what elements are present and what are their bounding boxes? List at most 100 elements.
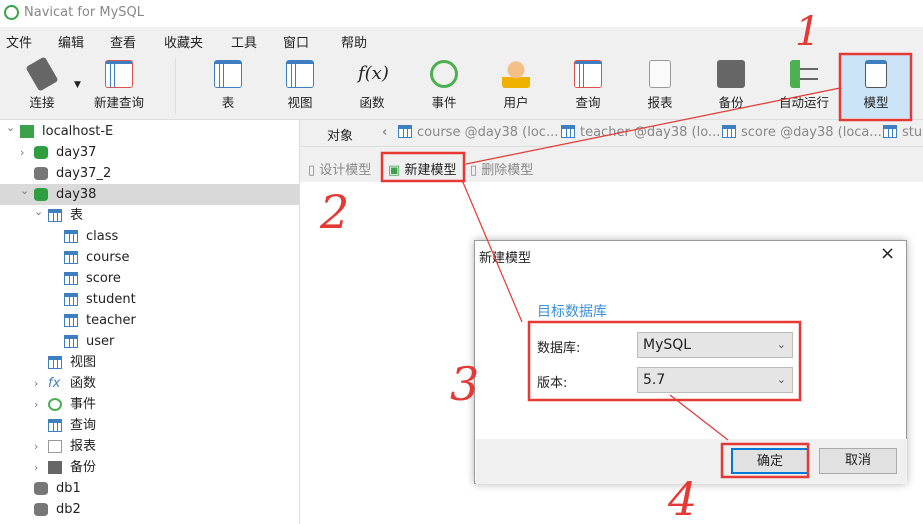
menu-help[interactable]: 帮助 <box>341 32 367 51</box>
connect-dropdown-icon[interactable]: ▼ <box>74 80 81 90</box>
chevron-right-icon[interactable]: › <box>34 457 44 478</box>
tree-item-label: 表 <box>70 208 84 223</box>
tree-item-label: day37_2 <box>56 166 112 181</box>
tree-item[interactable]: › day37 <box>0 142 299 163</box>
menu-edit[interactable]: 编辑 <box>58 32 84 51</box>
tree-item[interactable]: day37_2 <box>0 163 299 184</box>
tree-item[interactable]: ⌄ 表 <box>0 205 299 226</box>
view-icon <box>48 356 62 369</box>
chevron-right-icon[interactable]: › <box>34 373 44 394</box>
menu-tools[interactable]: 工具 <box>231 32 257 51</box>
delete-model-button[interactable]: ▯ 删除模型 <box>470 159 533 178</box>
model-icon <box>865 60 887 88</box>
connect-button[interactable]: 连接 <box>7 54 77 118</box>
function-icon: f(x) <box>358 63 389 84</box>
event-button[interactable]: 事件 <box>409 54 479 118</box>
report-icon <box>48 440 62 453</box>
tree-item-label: score <box>86 271 121 286</box>
chevron-down-icon[interactable]: ⌄ <box>34 201 44 222</box>
chevron-down-icon[interactable]: ⌄ <box>6 117 16 138</box>
chevron-right-icon[interactable]: › <box>34 436 44 457</box>
model-button[interactable]: 模型 <box>841 54 911 118</box>
connection-icon <box>20 125 34 138</box>
tab-scroll-left-icon[interactable]: ‹ <box>382 125 387 140</box>
tree-item[interactable]: course <box>0 247 299 268</box>
chevron-right-icon[interactable]: › <box>20 142 30 163</box>
table-icon <box>64 230 78 243</box>
tree-item-label: 查询 <box>70 418 97 433</box>
menu-bar: 文件 编辑 查看 收藏夹 工具 窗口 帮助 <box>0 27 923 52</box>
tree-item[interactable]: › 报表 <box>0 436 299 457</box>
main-toolbar: 连接 ▼ 新建查询 表 视图 f(x) 函数 事件 用户 查询 报表 备份 自动运… <box>0 52 923 120</box>
tree-item[interactable]: ⌄ localhost-E <box>0 121 299 142</box>
menu-file[interactable]: 文件 <box>6 32 32 51</box>
tree-item[interactable]: 查询 <box>0 415 299 436</box>
table-icon <box>64 314 78 327</box>
version-select[interactable]: 5.7 ⌄ <box>637 367 793 393</box>
backup-icon <box>717 60 745 88</box>
report-button[interactable]: 报表 <box>625 54 695 118</box>
close-icon[interactable]: × <box>880 243 895 264</box>
tree-item[interactable]: 视图 <box>0 352 299 373</box>
ok-button[interactable]: 确定 <box>731 448 809 474</box>
backup-icon <box>48 461 62 474</box>
tab-score[interactable]: score @day38 (loca... <box>722 125 882 140</box>
auto-run-button[interactable]: 自动运行 <box>769 54 839 118</box>
tab-objects[interactable]: 对象 <box>327 125 353 144</box>
tree-item[interactable]: ⌄ day38 <box>0 184 299 205</box>
tree-item[interactable]: class <box>0 226 299 247</box>
tree-item[interactable]: score <box>0 268 299 289</box>
table-icon <box>214 60 242 88</box>
db-gray-icon <box>34 167 48 180</box>
query-button[interactable]: 查询 <box>553 54 623 118</box>
tree-item[interactable]: › fx 函数 <box>0 373 299 394</box>
tree-item-label: day38 <box>56 187 97 202</box>
user-icon <box>502 60 530 88</box>
menu-favorites[interactable]: 收藏夹 <box>164 32 203 51</box>
tree-item[interactable]: teacher <box>0 310 299 331</box>
cancel-button[interactable]: 取消 <box>819 448 897 474</box>
tree-item[interactable]: › 备份 <box>0 457 299 478</box>
connection-tree[interactable]: ⌄ localhost-E › day37 day37_2 ⌄ day38 ⌄ 表 class co… <box>0 120 300 524</box>
tab-teacher[interactable]: teacher @day38 (lo... <box>561 125 720 140</box>
connect-icon <box>25 56 59 92</box>
tree-item[interactable]: › 事件 <box>0 394 299 415</box>
view-button[interactable]: 视图 <box>265 54 335 118</box>
tree-item[interactable]: student <box>0 289 299 310</box>
user-button[interactable]: 用户 <box>481 54 551 118</box>
db-gray-icon <box>34 503 48 516</box>
target-database-heading: 目标数据库 <box>537 304 607 320</box>
chevron-right-icon[interactable]: › <box>34 394 44 415</box>
tab-course[interactable]: course @day38 (loc... <box>398 125 558 140</box>
version-label: 版本: <box>537 376 568 391</box>
table-button[interactable]: 表 <box>193 54 263 118</box>
db-green-icon <box>34 146 48 159</box>
toolbar-divider <box>175 58 176 114</box>
backup-button[interactable]: 备份 <box>696 54 766 118</box>
view-icon <box>286 60 314 88</box>
new-model-dialog: 新建模型 × 目标数据库 数据库: MySQL ⌄ 版本: 5.7 ⌄ 确定 取消 <box>474 240 907 484</box>
tree-item[interactable]: db1 <box>0 478 299 499</box>
chevron-down-icon[interactable]: ⌄ <box>20 180 30 201</box>
database-select[interactable]: MySQL ⌄ <box>637 332 793 358</box>
tab-student[interactable]: stu <box>883 125 922 140</box>
dialog-footer: 确定 取消 <box>476 439 907 484</box>
tree-item-label: db2 <box>56 502 81 517</box>
menu-window[interactable]: 窗口 <box>283 32 309 51</box>
table-icon <box>64 272 78 285</box>
tree-item-label: 事件 <box>70 397 97 412</box>
function-button[interactable]: f(x) 函数 <box>337 54 407 118</box>
menu-view[interactable]: 查看 <box>110 32 136 51</box>
auto-run-icon <box>790 60 818 88</box>
tree-item[interactable]: db2 <box>0 499 299 520</box>
new-query-button[interactable]: 新建查询 <box>84 54 154 118</box>
chevron-down-icon: ⌄ <box>776 338 786 351</box>
tree-item-label: 视图 <box>70 355 97 370</box>
table-icon <box>64 251 78 264</box>
tree-item-label: localhost-E <box>42 124 114 139</box>
new-model-button[interactable]: ▣ 新建模型 <box>388 159 456 178</box>
tree-item[interactable]: user <box>0 331 299 352</box>
table-icon <box>48 209 62 222</box>
design-model-button[interactable]: ▯ 设计模型 <box>308 159 371 178</box>
tree-item-label: teacher <box>86 313 136 328</box>
